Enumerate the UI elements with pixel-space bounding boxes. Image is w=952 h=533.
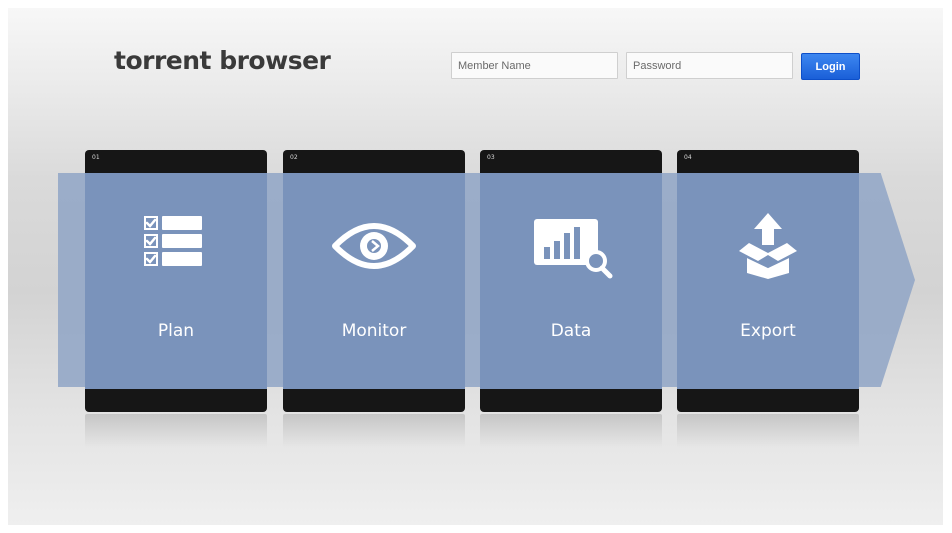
step-card-data[interactable]: 03 Data <box>480 150 662 412</box>
card-bottom-bar <box>480 389 662 412</box>
card-reflection <box>283 414 465 448</box>
card-bottom-bar <box>283 389 465 412</box>
step-number: 04 <box>684 154 692 161</box>
step-number: 01 <box>92 154 100 161</box>
step-number: 03 <box>487 154 495 161</box>
step-card-plan[interactable]: 01 Plan <box>85 150 267 412</box>
member-name-input[interactable] <box>451 52 618 79</box>
export-box-icon <box>739 213 797 279</box>
step-label: Data <box>550 321 592 341</box>
card-top-bar: 01 <box>85 150 267 173</box>
app-logo: torrent browser <box>114 46 331 75</box>
card-bottom-bar <box>85 389 267 412</box>
card-top-bar: 02 <box>283 150 465 173</box>
step-card-export[interactable]: 04 Export <box>677 150 859 412</box>
step-number: 02 <box>290 154 298 161</box>
checklist-icon <box>144 216 202 266</box>
page-frame: torrent browser Login 01 <box>8 8 943 525</box>
card-top-bar: 03 <box>480 150 662 173</box>
password-input[interactable] <box>626 52 793 79</box>
card-reflection <box>480 414 662 448</box>
step-label: Plan <box>157 321 195 341</box>
card-reflection <box>677 414 859 448</box>
chart-search-icon <box>534 219 613 279</box>
card-body: Data <box>480 173 662 389</box>
eye-icon <box>332 223 416 269</box>
step-label: Monitor <box>341 321 407 341</box>
card-top-bar: 04 <box>677 150 859 173</box>
step-card-monitor[interactable]: 02 Monitor <box>283 150 465 412</box>
login-button[interactable]: Login <box>801 53 860 80</box>
step-label: Export <box>740 321 796 341</box>
card-body: Monitor <box>283 173 465 389</box>
card-bottom-bar <box>677 389 859 412</box>
card-body: Plan <box>85 173 267 389</box>
card-reflection <box>85 414 267 448</box>
card-body: Export <box>677 173 859 389</box>
